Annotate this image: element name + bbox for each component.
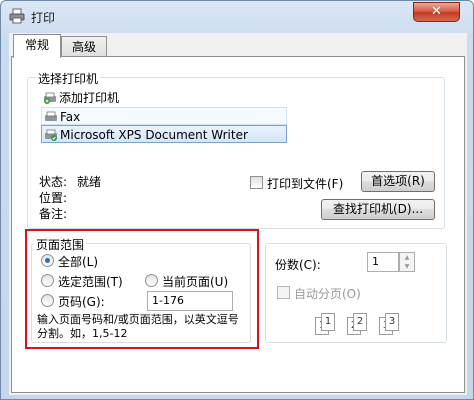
printer-item-add[interactable]: 添加打印机: [41, 89, 119, 107]
copies-label: 份数(C):: [275, 258, 321, 272]
tab-general[interactable]: 常规: [13, 34, 61, 58]
close-icon: ✕: [431, 4, 442, 19]
collate-label: 自动分页(O): [294, 287, 361, 301]
printer-item-xps[interactable]: Microsoft XPS Document Writer: [41, 125, 287, 143]
printer-item-fax-label: Fax: [60, 110, 81, 124]
print-to-file-label: 打印到文件(F): [267, 177, 344, 191]
pages-input-value: 1-176: [152, 294, 184, 307]
copies-spinner[interactable]: ▲ ▼: [399, 252, 415, 272]
collate-page-icon: 1: [321, 313, 335, 331]
page-range-pages-label: 页码(G):: [58, 295, 105, 309]
preferences-button[interactable]: 首选项(R): [361, 171, 435, 192]
collate-checkbox[interactable]: [277, 286, 290, 299]
page-range-all-label: 全部(L): [58, 255, 99, 269]
printer-icon: [9, 8, 25, 24]
spin-up-icon[interactable]: ▲: [400, 253, 414, 262]
window-title: 打印: [31, 11, 56, 25]
page-range-all-radio[interactable]: [41, 254, 54, 267]
page-range-current-radio[interactable]: [145, 274, 158, 287]
fax-printer-icon: [45, 111, 57, 121]
tab-advanced-label: 高级: [71, 40, 96, 54]
preferences-button-label: 首选项(R): [371, 174, 425, 188]
copies-input-value: 1: [372, 255, 379, 268]
printer-item-fax[interactable]: Fax: [41, 107, 287, 125]
status-label: 状态:: [39, 175, 68, 189]
collate-page-icon: 3: [385, 313, 399, 331]
collate-page-icon: 2: [353, 313, 367, 331]
tab-general-label: 常规: [24, 38, 49, 52]
location-label: 位置:: [39, 191, 68, 205]
title-bar[interactable]: 打印 ✕: [1, 1, 473, 33]
comment-label: 备注:: [39, 207, 68, 221]
printer-list[interactable]: 添加打印机 Fax Microsoft XPS Document Writer: [41, 89, 287, 145]
find-printer-button-label: 查找打印机(D)...: [332, 202, 424, 216]
status-value: 就绪: [77, 175, 102, 189]
pages-input[interactable]: 1-176: [147, 291, 233, 311]
printer-item-add-label: 添加打印机: [59, 91, 120, 105]
tab-advanced[interactable]: 高级: [61, 36, 107, 58]
copies-input[interactable]: 1: [367, 252, 399, 272]
page-range-pages-radio[interactable]: [41, 294, 54, 307]
print-dialog-window: 打印 ✕ 常规 高级 选择打印机 添加打印机 Fax Microsoft XPS…: [0, 0, 474, 400]
page-range-group-label: 页面范围: [34, 236, 87, 253]
print-to-file-checkbox[interactable]: [250, 176, 263, 189]
spin-down-icon[interactable]: ▼: [400, 262, 414, 271]
add-printer-icon: [44, 92, 56, 104]
find-printer-button[interactable]: 查找打印机(D)...: [321, 199, 435, 220]
close-button[interactable]: ✕: [413, 2, 460, 22]
printer-item-xps-label: Microsoft XPS Document Writer: [60, 128, 248, 142]
page-range-selection-label: 选定范围(T): [58, 275, 123, 289]
page-range-hint: 输入页面号码和/或页面范围，以英文逗号分割。如，1,5-12: [37, 313, 239, 340]
xps-printer-icon: [45, 129, 57, 141]
select-printer-group-label: 选择打印机: [36, 70, 101, 87]
page-range-current-label: 当前页面(U): [162, 275, 229, 289]
page-range-selection-radio[interactable]: [41, 274, 54, 287]
